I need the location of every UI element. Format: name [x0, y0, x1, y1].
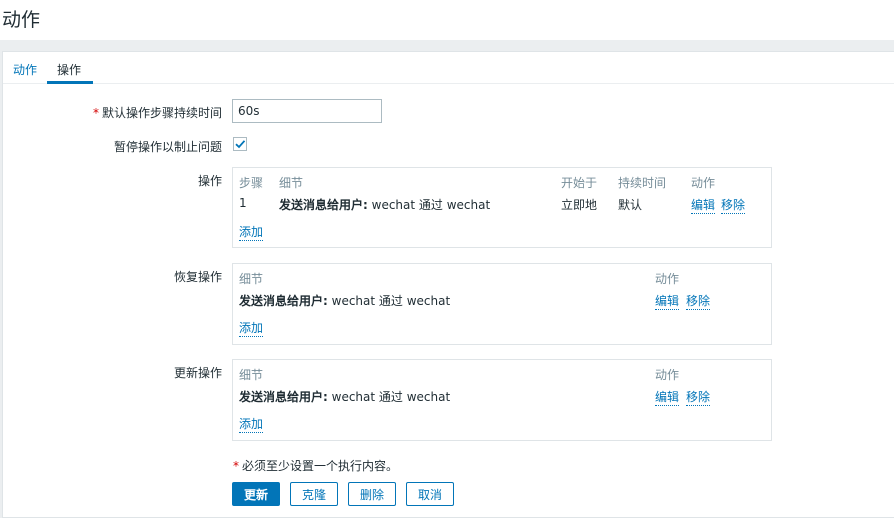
page-header: 动作	[0, 0, 894, 40]
upd-add-link[interactable]: 添加	[239, 415, 264, 433]
upd-edit-link[interactable]: 编辑	[655, 388, 680, 406]
op-step: 1	[239, 196, 247, 210]
form-panel: 动作 操作 *默认操作步骤持续时间 暂停操作以制止问题 操作 步骤 细节 开始于…	[2, 51, 894, 518]
delete-button[interactable]: 删除	[348, 482, 396, 506]
recovery-label: 恢复操作	[173, 270, 222, 284]
upd-details-prefix: 发送消息给用户:	[239, 390, 328, 404]
pause-checkbox[interactable]	[233, 137, 247, 151]
operations-label: 操作	[197, 174, 222, 188]
col-header-start: 开始于	[561, 176, 598, 190]
col-header-duration: 持续时间	[618, 176, 667, 190]
operations-table: 步骤 细节 开始于 持续时间 动作 1 发送消息给用户: wechat 通过 w…	[232, 167, 772, 248]
rec-col-header-details: 细节	[239, 272, 264, 286]
pause-label: 暂停操作以制止问题	[113, 140, 222, 154]
required-marker: *	[92, 106, 99, 120]
recovery-table: 细节 动作 发送消息给用户: wechat 通过 wechat 编辑 移除 添加	[232, 263, 772, 345]
op-details-text: wechat 通过 wechat	[367, 198, 491, 212]
upd-col-header-details: 细节	[239, 368, 264, 382]
update-button[interactable]: 更新	[232, 482, 280, 506]
page-title: 动作	[2, 9, 41, 31]
col-header-details: 细节	[279, 176, 304, 190]
rec-remove-link[interactable]: 移除	[686, 292, 711, 310]
clone-button[interactable]: 克隆	[290, 482, 338, 506]
op-edit-link[interactable]: 编辑	[691, 196, 716, 214]
tab-action[interactable]: 动作	[13, 61, 37, 78]
rec-edit-link[interactable]: 编辑	[655, 292, 680, 310]
update-label: 更新操作	[173, 366, 222, 380]
op-details-prefix: 发送消息给用户:	[279, 198, 368, 212]
rec-details-text: wechat 通过 wechat	[327, 294, 451, 308]
upd-col-header-action: 动作	[655, 368, 680, 382]
active-tab-indicator	[47, 81, 93, 84]
rec-details: 发送消息给用户: wechat 通过 wechat	[239, 292, 450, 309]
required-note-text: 必须至少设置一个执行内容。	[242, 459, 399, 473]
default-duration-label: * 默认操作步骤持续时间	[93, 104, 222, 121]
rec-col-header-action: 动作	[655, 272, 680, 286]
update-table: 细节 动作 发送消息给用户: wechat 通过 wechat 编辑 移除 添加	[232, 359, 772, 441]
check-icon	[235, 140, 246, 149]
col-header-step: 步骤	[239, 176, 264, 190]
cancel-button[interactable]: 取消	[406, 482, 454, 506]
upd-remove-link[interactable]: 移除	[686, 388, 711, 406]
upd-details-text: wechat 通过 wechat	[327, 390, 451, 404]
op-remove-link[interactable]: 移除	[721, 196, 746, 214]
default-duration-input[interactable]	[232, 99, 382, 123]
required-marker: *	[233, 459, 239, 473]
col-header-action: 动作	[691, 176, 716, 190]
tab-operations[interactable]: 操作	[57, 61, 81, 78]
rec-details-prefix: 发送消息给用户:	[239, 294, 328, 308]
upd-details: 发送消息给用户: wechat 通过 wechat	[239, 388, 450, 405]
tab-bar: 动作 操作	[3, 52, 894, 84]
op-duration: 默认	[618, 198, 643, 212]
op-add-link[interactable]: 添加	[239, 223, 264, 241]
op-details: 发送消息给用户: wechat 通过 wechat	[279, 196, 490, 213]
required-note: * 必须至少设置一个执行内容。	[233, 457, 398, 474]
rec-add-link[interactable]: 添加	[239, 319, 264, 337]
op-start: 立即地	[561, 198, 598, 212]
default-duration-label-text: 默认操作步骤持续时间	[101, 106, 222, 120]
